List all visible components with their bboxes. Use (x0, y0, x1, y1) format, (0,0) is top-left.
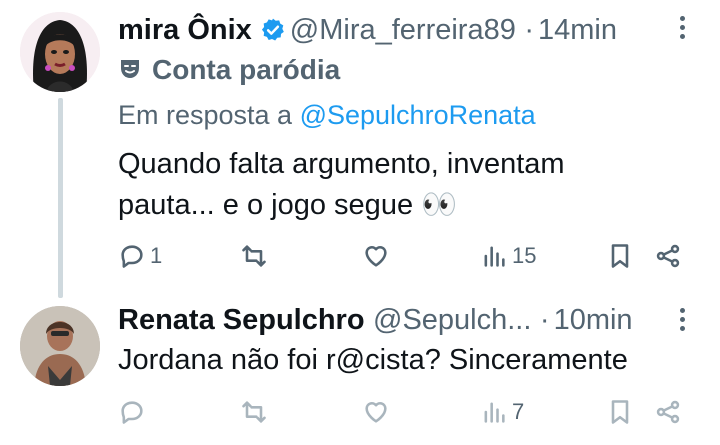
separator-dot: · (524, 14, 534, 46)
views-icon (484, 402, 505, 423)
retweet-icon (242, 401, 266, 423)
reply-icon (121, 245, 143, 268)
avatar-mira-illustration (20, 12, 100, 92)
verified-badge-icon (260, 17, 286, 43)
retweet-button[interactable] (240, 236, 268, 276)
reply-button[interactable]: 1 (118, 236, 162, 276)
like-button[interactable] (362, 236, 390, 276)
share-icon (656, 244, 680, 268)
share-button[interactable] (654, 236, 682, 276)
share-button[interactable] (654, 392, 682, 432)
like-button[interactable] (362, 392, 390, 432)
tweet-mira[interactable]: mira Ônix @Mira_ferreira89 · 14min Conta p… (0, 0, 720, 300)
tweet-actions: 7 (118, 392, 688, 432)
views-button[interactable]: 15 (480, 236, 536, 276)
tweet-actions: 1 15 (118, 236, 688, 276)
display-name[interactable]: Renata Sepulchro (118, 304, 365, 336)
reply-context: Em resposta a @SepulchroRenata (118, 100, 536, 131)
bookmark-button[interactable] (606, 392, 634, 432)
views-icon (484, 246, 505, 267)
reply-prefix: Em resposta a (118, 100, 293, 130)
handle[interactable]: @Sepulch... (373, 304, 531, 336)
parody-label-text: Conta paródia (152, 54, 341, 85)
more-icon[interactable] (672, 12, 692, 52)
theater-mask-icon (118, 56, 142, 80)
bookmark-icon (611, 400, 629, 424)
share-icon (656, 400, 680, 424)
views-count: 15 (512, 243, 537, 268)
bookmark-icon (611, 244, 629, 268)
display-name[interactable]: mira Ônix (118, 14, 252, 46)
timestamp[interactable]: 14min (538, 14, 617, 46)
retweet-icon (242, 245, 266, 267)
handle[interactable]: @Mira_ferreira89 (290, 14, 516, 46)
tweet-text-line-1: Quando falta argumento, inventam (118, 148, 565, 180)
reply-count: 1 (150, 243, 163, 268)
thread-connector-line (58, 98, 63, 298)
tweet-renata[interactable]: Renata Sepulchro @Sepulch... · 10min Jord… (0, 298, 720, 445)
retweet-button[interactable] (240, 392, 268, 432)
avatar-renata-photo (20, 306, 100, 386)
tweet-text-line-2: pauta... e o jogo segue 👀 (118, 189, 458, 221)
tweet-header: mira Ônix @Mira_ferreira89 · 14min (118, 14, 617, 47)
reply-icon (121, 401, 143, 424)
timestamp[interactable]: 10min (554, 304, 633, 336)
reply-button[interactable] (118, 392, 146, 432)
views-count: 7 (512, 399, 525, 424)
tweet-header: Renata Sepulchro @Sepulch... · 10min (118, 304, 633, 337)
tweet-text: Jordana não foi r@cista? Sinceramente (118, 344, 628, 376)
more-icon[interactable] (672, 304, 692, 344)
reply-to-mention[interactable]: @SepulchroRenata (300, 100, 536, 130)
like-icon (365, 402, 387, 423)
avatar-mira[interactable] (20, 12, 100, 92)
tweet-text: Quando falta argumento, inventam pauta..… (118, 144, 565, 226)
parody-label: Conta paródia (118, 54, 340, 86)
views-button[interactable]: 7 (480, 392, 524, 432)
separator-dot: · (539, 304, 550, 336)
avatar-renata[interactable] (20, 306, 100, 386)
like-icon (365, 246, 387, 267)
bookmark-button[interactable] (606, 236, 634, 276)
